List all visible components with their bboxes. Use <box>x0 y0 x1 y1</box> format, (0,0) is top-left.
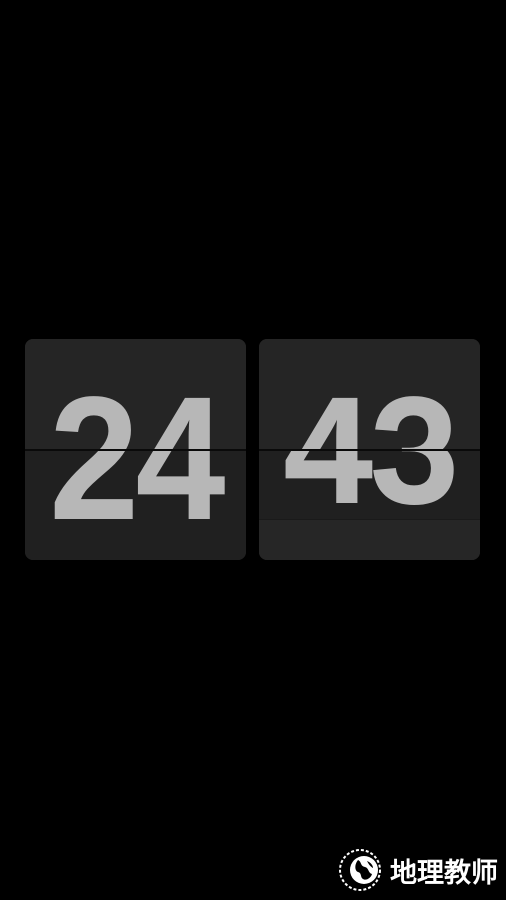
hours-card-top-half: 24 <box>25 339 246 449</box>
flip-clock-screen[interactable]: 24 24 43 43 地理教师 <box>0 0 506 900</box>
minutes-flap-band <box>259 519 480 560</box>
globe-seal-icon <box>338 848 382 892</box>
minutes-card-top-half: 43 <box>259 339 480 449</box>
hours-card-bottom-half: 24 <box>25 451 246 560</box>
hours-digits-bottom: 24 <box>49 451 225 557</box>
minutes-card-hinge <box>259 449 480 451</box>
watermark-text: 地理教师 <box>390 857 498 889</box>
watermark: 地理教师 <box>338 848 498 892</box>
minutes-digits-top: 43 <box>268 371 471 449</box>
hours-card-hinge <box>25 449 246 451</box>
minutes-flip-card: 43 43 <box>259 339 480 560</box>
hours-flip-card: 24 24 <box>25 339 246 560</box>
hours-digits-top: 24 <box>34 371 237 449</box>
